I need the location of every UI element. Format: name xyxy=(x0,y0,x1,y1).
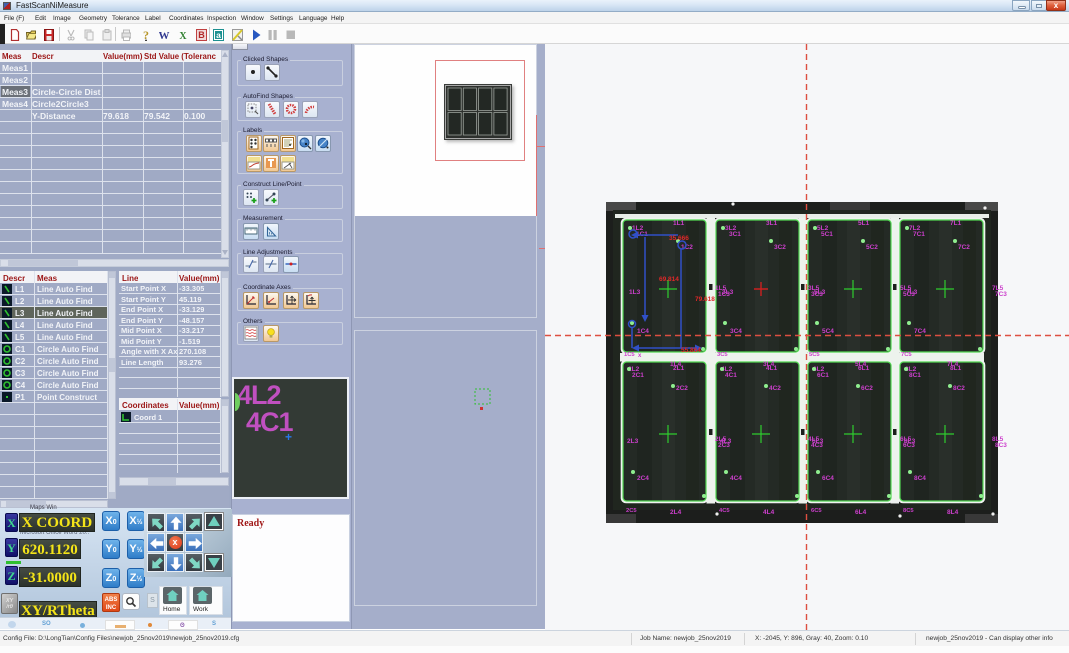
svg-text:8C5: 8C5 xyxy=(903,508,914,514)
svg-text:3L3: 3L3 xyxy=(722,289,734,296)
svg-text:2C2: 2C2 xyxy=(676,385,688,392)
svg-text:8C1: 8C1 xyxy=(909,372,921,379)
svg-text:5C5: 5C5 xyxy=(809,352,820,358)
svg-text:1C2: 1C2 xyxy=(681,244,693,251)
svg-text:4C4: 4C4 xyxy=(730,475,742,482)
svg-text:55.864: 55.864 xyxy=(681,347,701,354)
svg-text:1C5: 1C5 xyxy=(624,352,635,358)
svg-text:8L3: 8L3 xyxy=(904,438,916,445)
svg-text:4L4: 4L4 xyxy=(763,509,775,516)
svg-text:a: a xyxy=(216,30,221,40)
svg-text:B: B xyxy=(198,30,205,40)
svg-text:3C1: 3C1 xyxy=(729,231,741,238)
svg-text:7C4: 7C4 xyxy=(914,328,926,335)
svg-text:5L1: 5L1 xyxy=(858,220,870,227)
svg-text:7C5: 7C5 xyxy=(901,352,912,358)
svg-text:7C3: 7C3 xyxy=(995,291,1007,298)
svg-text:6C1: 6C1 xyxy=(817,372,829,379)
svg-text:2C5: 2C5 xyxy=(626,508,637,514)
svg-text:7C1: 7C1 xyxy=(913,231,925,238)
svg-text:6C5: 6C5 xyxy=(811,508,822,514)
svg-text:3C5: 3C5 xyxy=(717,352,728,358)
svg-text:4L3: 4L3 xyxy=(720,438,732,445)
svg-text:5C2: 5C2 xyxy=(866,244,878,251)
svg-text:?: ? xyxy=(143,29,149,41)
svg-text:35.666: 35.666 xyxy=(669,235,689,242)
svg-text:2L3: 2L3 xyxy=(627,438,639,445)
svg-text:3C2: 3C2 xyxy=(774,244,786,251)
svg-text:2L4: 2L4 xyxy=(670,509,682,516)
svg-text:1L1: 1L1 xyxy=(673,220,685,227)
svg-text:7L3: 7L3 xyxy=(906,289,918,296)
svg-text:7L1: 7L1 xyxy=(950,220,962,227)
svg-text:79.618: 79.618 xyxy=(695,296,715,303)
svg-text:4C2: 4C2 xyxy=(769,385,781,392)
svg-text:6L4: 6L4 xyxy=(855,509,867,516)
svg-text:6C2: 6C2 xyxy=(861,385,873,392)
svg-text:5L3: 5L3 xyxy=(814,289,826,296)
svg-text:4C5: 4C5 xyxy=(719,508,730,514)
svg-text:5C4: 5C4 xyxy=(822,328,834,335)
svg-text:5C1: 5C1 xyxy=(821,231,833,238)
svg-text:2L1: 2L1 xyxy=(673,365,685,372)
svg-text:3L1: 3L1 xyxy=(766,220,778,227)
svg-text:7C2: 7C2 xyxy=(958,244,970,251)
svg-text:69.814: 69.814 xyxy=(659,276,679,283)
svg-text:8C3: 8C3 xyxy=(995,442,1007,449)
svg-text:3C4: 3C4 xyxy=(730,328,742,335)
svg-text:6L1: 6L1 xyxy=(858,365,870,372)
svg-text:X: X xyxy=(179,31,187,41)
svg-text:4L1: 4L1 xyxy=(766,365,778,372)
svg-text:1C4: 1C4 xyxy=(637,328,649,335)
svg-text:1L3: 1L3 xyxy=(629,289,641,296)
svg-text:6C4: 6C4 xyxy=(822,475,834,482)
svg-text:2C1: 2C1 xyxy=(632,372,644,379)
svg-text:8C4: 8C4 xyxy=(914,475,926,482)
svg-text:6L3: 6L3 xyxy=(812,438,824,445)
svg-text:4C1: 4C1 xyxy=(725,372,737,379)
svg-text:8C2: 8C2 xyxy=(953,385,965,392)
svg-text:8L4: 8L4 xyxy=(947,509,959,516)
svg-text:W: W xyxy=(159,30,170,41)
svg-text:8L1: 8L1 xyxy=(950,365,962,372)
svg-text:2C4: 2C4 xyxy=(637,475,649,482)
